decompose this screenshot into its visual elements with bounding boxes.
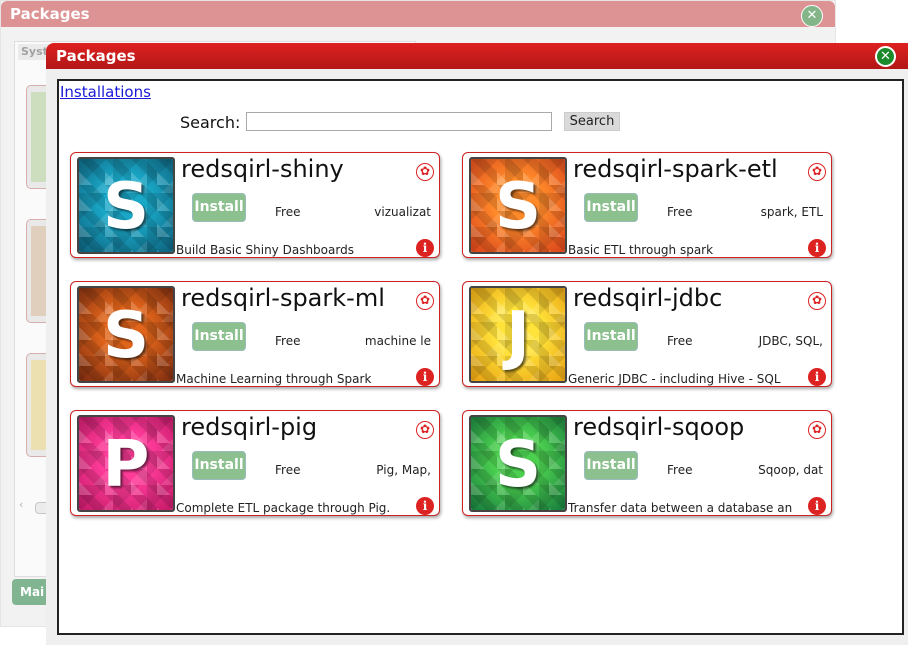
package-price: Free [275, 205, 301, 219]
package-card: S redsqirl-spark-etl ✿ Install Free spar… [462, 152, 832, 258]
package-name: redsqirl-pig [181, 413, 318, 441]
uninstall-icon[interactable]: ✿ [416, 292, 434, 310]
package-logo: S [77, 286, 175, 383]
package-price: Free [275, 463, 301, 477]
package-name: redsqirl-shiny [181, 155, 344, 183]
uninstall-icon[interactable]: ✿ [808, 421, 826, 439]
info-icon[interactable]: i [808, 239, 826, 257]
info-icon[interactable]: i [416, 497, 434, 515]
package-logo: P [77, 415, 175, 512]
info-icon[interactable]: i [416, 368, 434, 386]
package-tags: JDBC, SQL, [758, 334, 823, 348]
package-tags: Pig, Map, [376, 463, 431, 477]
package-card: P redsqirl-pig ✿ Install Free Pig, Map, … [70, 410, 440, 516]
search-button[interactable]: Search [564, 112, 620, 131]
scroll-left-icon[interactable]: ‹ [19, 498, 23, 511]
background-titlebar: Packages ✕ [1, 1, 835, 27]
background-close-icon[interactable]: ✕ [801, 5, 823, 27]
package-name: redsqirl-spark-ml [181, 284, 385, 312]
package-price: Free [667, 334, 693, 348]
dialog-content: Installations Search: Search S redsqirl-… [57, 79, 904, 635]
info-icon[interactable]: i [416, 239, 434, 257]
package-description: Transfer data between a database an [568, 501, 793, 515]
package-logo: S [77, 157, 175, 254]
package-tags: Sqoop, dat [758, 463, 823, 477]
package-card: S redsqirl-spark-ml ✿ Install Free machi… [70, 281, 440, 387]
package-price: Free [667, 205, 693, 219]
package-card: S redsqirl-shiny ✿ Install Free vizualiz… [70, 152, 440, 258]
package-name: redsqirl-sqoop [573, 413, 745, 441]
package-card: S redsqirl-sqoop ✿ Install Free Sqoop, d… [462, 410, 832, 516]
package-logo: J [469, 286, 567, 383]
install-button[interactable]: Install [584, 322, 638, 351]
package-description: Machine Learning through Spark [176, 372, 372, 386]
background-title: Packages [10, 5, 90, 23]
dialog-titlebar: Packages ✕ [46, 43, 908, 69]
package-price: Free [275, 334, 301, 348]
uninstall-icon[interactable]: ✿ [808, 292, 826, 310]
close-icon[interactable]: ✕ [875, 46, 896, 67]
package-description: Build Basic Shiny Dashboards [176, 243, 354, 257]
package-logo: S [469, 157, 567, 254]
dialog-title: Packages [56, 47, 136, 65]
info-icon[interactable]: i [808, 368, 826, 386]
package-description: Basic ETL through spark [568, 243, 714, 257]
packages-dialog: Packages ✕ Installations Search: Search … [46, 43, 908, 645]
installations-link[interactable]: Installations [60, 83, 151, 101]
install-button[interactable]: Install [584, 451, 638, 480]
package-logo: S [469, 415, 567, 512]
install-button[interactable]: Install [192, 451, 246, 480]
package-price: Free [667, 463, 693, 477]
uninstall-icon[interactable]: ✿ [808, 163, 826, 181]
uninstall-icon[interactable]: ✿ [416, 163, 434, 181]
package-description: Complete ETL package through Pig. [176, 501, 391, 515]
package-tags: spark, ETL [760, 205, 823, 219]
package-name: redsqirl-jdbc [573, 284, 723, 312]
info-icon[interactable]: i [808, 497, 826, 515]
install-button[interactable]: Install [192, 193, 246, 222]
package-card: J redsqirl-jdbc ✿ Install Free JDBC, SQL… [462, 281, 832, 387]
package-tags: machine le [364, 334, 431, 348]
package-tags: vizualizat [374, 205, 431, 219]
search-label: Search: [180, 113, 241, 132]
install-button[interactable]: Install [584, 193, 638, 222]
install-button[interactable]: Install [192, 322, 246, 351]
uninstall-icon[interactable]: ✿ [416, 421, 434, 439]
package-description: Generic JDBC - including Hive - SQL [568, 372, 781, 386]
package-name: redsqirl-spark-etl [573, 155, 778, 183]
search-input[interactable] [246, 112, 552, 131]
